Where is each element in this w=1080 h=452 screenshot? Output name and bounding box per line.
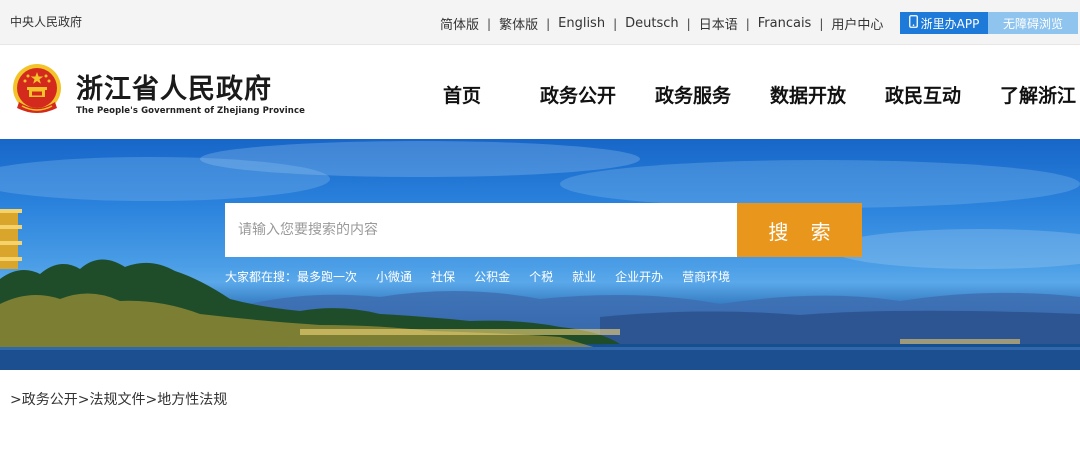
nav-interaction[interactable]: 政民互动 (885, 81, 961, 108)
banner: 搜 索 大家都在搜： 最多跑一次 小微通 社保 公积金 个税 就业 企业开办 营… (0, 139, 1080, 370)
hot-search-keyword[interactable]: 最多跑一次 (297, 268, 357, 285)
hot-search-keyword[interactable]: 小微通 (376, 268, 412, 285)
phone-icon (908, 15, 918, 31)
top-bar: 中央人民政府 简体版 | 繁体版 | English | Deutsch | 日… (0, 0, 1080, 45)
divider: | (487, 16, 492, 31)
lang-japanese[interactable]: 日本语 (699, 14, 738, 33)
divider: | (546, 16, 551, 31)
search-box (225, 203, 737, 257)
hot-searches: 大家都在搜： 最多跑一次 小微通 社保 公积金 个税 就业 企业开办 营商环境 (225, 268, 749, 285)
search-button[interactable]: 搜 索 (737, 203, 862, 257)
lang-simplified[interactable]: 简体版 (440, 14, 479, 33)
hot-search-keyword[interactable]: 个税 (529, 268, 553, 285)
search-input[interactable] (238, 222, 737, 238)
hot-search-keyword[interactable]: 营商环境 (682, 268, 730, 285)
divider: | (745, 16, 750, 31)
nav-open-data[interactable]: 数据开放 (770, 81, 846, 108)
hot-search-label: 大家都在搜： (225, 270, 298, 284)
lang-deutsch[interactable]: Deutsch (625, 16, 679, 31)
site-subtitle: The People's Government of Zhejiang Prov… (76, 106, 305, 116)
breadcrumb: >政务公开>法规文件>地方性法规 (10, 389, 227, 409)
divider: | (819, 16, 824, 31)
hot-search-keyword[interactable]: 公积金 (474, 268, 510, 285)
user-center-link[interactable]: 用户中心 (831, 14, 883, 33)
app-button-label: 浙里办APP (920, 16, 980, 31)
breadcrumb-item[interactable]: >法规文件 (78, 392, 146, 408)
breadcrumb-item[interactable]: >政务公开 (10, 392, 78, 408)
hot-search-keyword[interactable]: 社保 (431, 268, 455, 285)
nav-home[interactable]: 首页 (443, 81, 481, 108)
hot-search-keyword[interactable]: 企业开办 (615, 268, 663, 285)
language-links: 简体版 | 繁体版 | English | Deutsch | 日本语 | Fr… (440, 14, 883, 33)
lang-english[interactable]: English (558, 16, 605, 31)
lang-traditional[interactable]: 繁体版 (499, 14, 538, 33)
nav-government-services[interactable]: 政务服务 (655, 81, 731, 108)
main-nav: 首页 政务公开 政务服务 数据开放 政民互动 了解浙江 (0, 81, 1080, 107)
divider: | (613, 16, 618, 31)
nav-about-zhejiang[interactable]: 了解浙江 (1000, 81, 1076, 108)
divider: | (686, 16, 691, 31)
top-buttons: 浙里办APP 无障碍浏览 (900, 12, 1078, 34)
central-government-link[interactable]: 中央人民政府 (10, 13, 82, 30)
hot-search-keyword[interactable]: 就业 (572, 268, 596, 285)
app-button[interactable]: 浙里办APP (900, 12, 988, 34)
nav-government-affairs[interactable]: 政务公开 (540, 81, 616, 108)
breadcrumb-item[interactable]: >地方性法规 (145, 392, 227, 408)
lang-francais[interactable]: Francais (758, 16, 812, 31)
accessibility-button[interactable]: 无障碍浏览 (988, 12, 1078, 34)
header: 浙江省人民政府 The People's Government of Zheji… (0, 45, 1080, 139)
